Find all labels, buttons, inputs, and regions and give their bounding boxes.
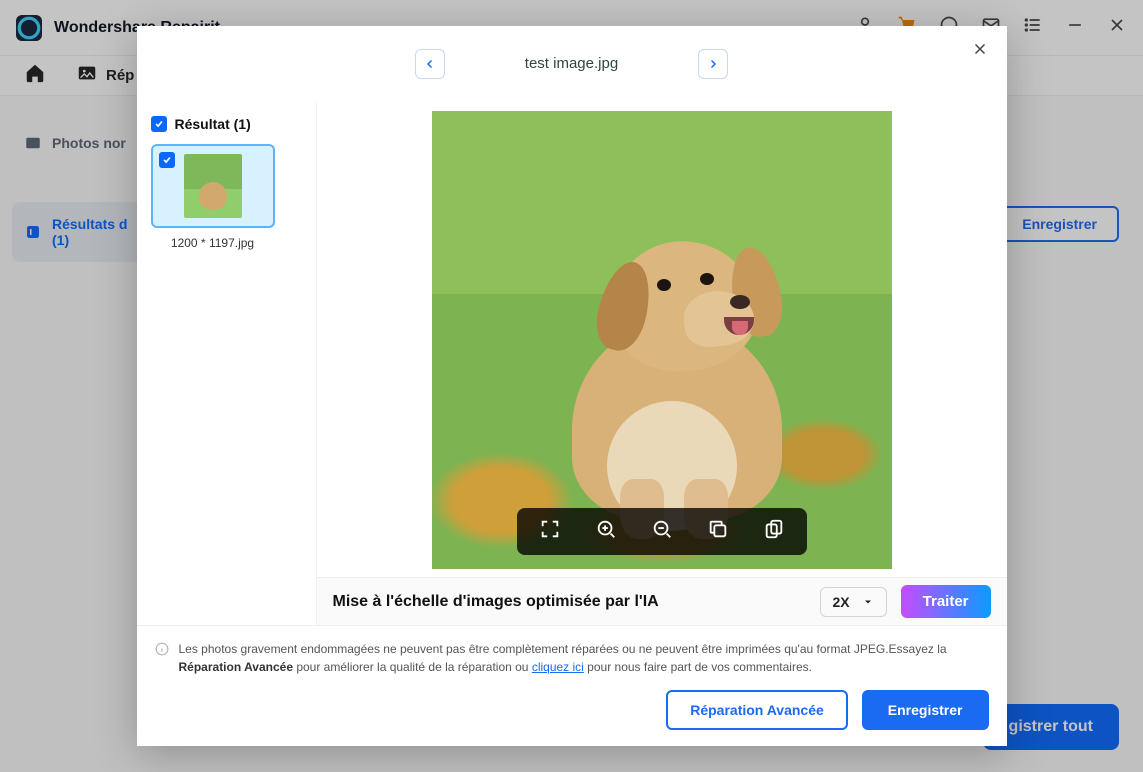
modal-footer: Les photos gravement endommagées ne peuv… xyxy=(137,625,1007,746)
thumb-image xyxy=(184,154,242,218)
copy-alt-icon[interactable] xyxy=(763,518,785,545)
feedback-link[interactable]: cliquez ici xyxy=(532,660,584,674)
info-icon xyxy=(155,642,169,676)
next-button[interactable] xyxy=(698,49,728,79)
copy-icon[interactable] xyxy=(707,518,729,545)
modal-filename: test image.jpg xyxy=(525,55,618,72)
preview-modal: test image.jpg Résultat (1) xyxy=(137,26,1007,746)
results-panel: Résultat (1) 1200 * 1197.jpg xyxy=(137,102,317,625)
close-icon[interactable] xyxy=(971,40,989,63)
multiplier-value: 2X xyxy=(833,594,850,610)
result-thumbnail[interactable] xyxy=(151,144,275,228)
thumb-caption: 1200 * 1197.jpg xyxy=(151,236,275,250)
info-text: Les photos gravement endommagées ne peuv… xyxy=(179,640,989,676)
preview-image xyxy=(432,111,892,569)
save-button[interactable]: Enregistrer xyxy=(862,690,989,730)
advanced-repair-button[interactable]: Réparation Avancée xyxy=(666,690,848,730)
upscale-multiplier-select[interactable]: 2X xyxy=(820,587,887,617)
zoom-in-icon[interactable] xyxy=(595,518,617,545)
image-toolbar xyxy=(517,508,807,555)
fullscreen-icon[interactable] xyxy=(539,518,561,545)
zoom-out-icon[interactable] xyxy=(651,518,673,545)
modal-overlay: test image.jpg Résultat (1) xyxy=(0,0,1143,772)
preview-panel: Mise à l'échelle d'images optimisée par … xyxy=(317,102,1007,625)
select-all-checkbox[interactable] xyxy=(151,116,167,132)
upscale-label: Mise à l'échelle d'images optimisée par … xyxy=(333,593,806,611)
thumb-checkbox[interactable] xyxy=(159,152,175,168)
modal-header: test image.jpg xyxy=(137,26,1007,102)
prev-button[interactable] xyxy=(415,49,445,79)
process-button[interactable]: Traiter xyxy=(901,585,991,618)
chevron-down-icon xyxy=(862,596,874,608)
results-heading: Résultat (1) xyxy=(175,116,251,132)
upscale-row: Mise à l'échelle d'images optimisée par … xyxy=(317,577,1007,625)
